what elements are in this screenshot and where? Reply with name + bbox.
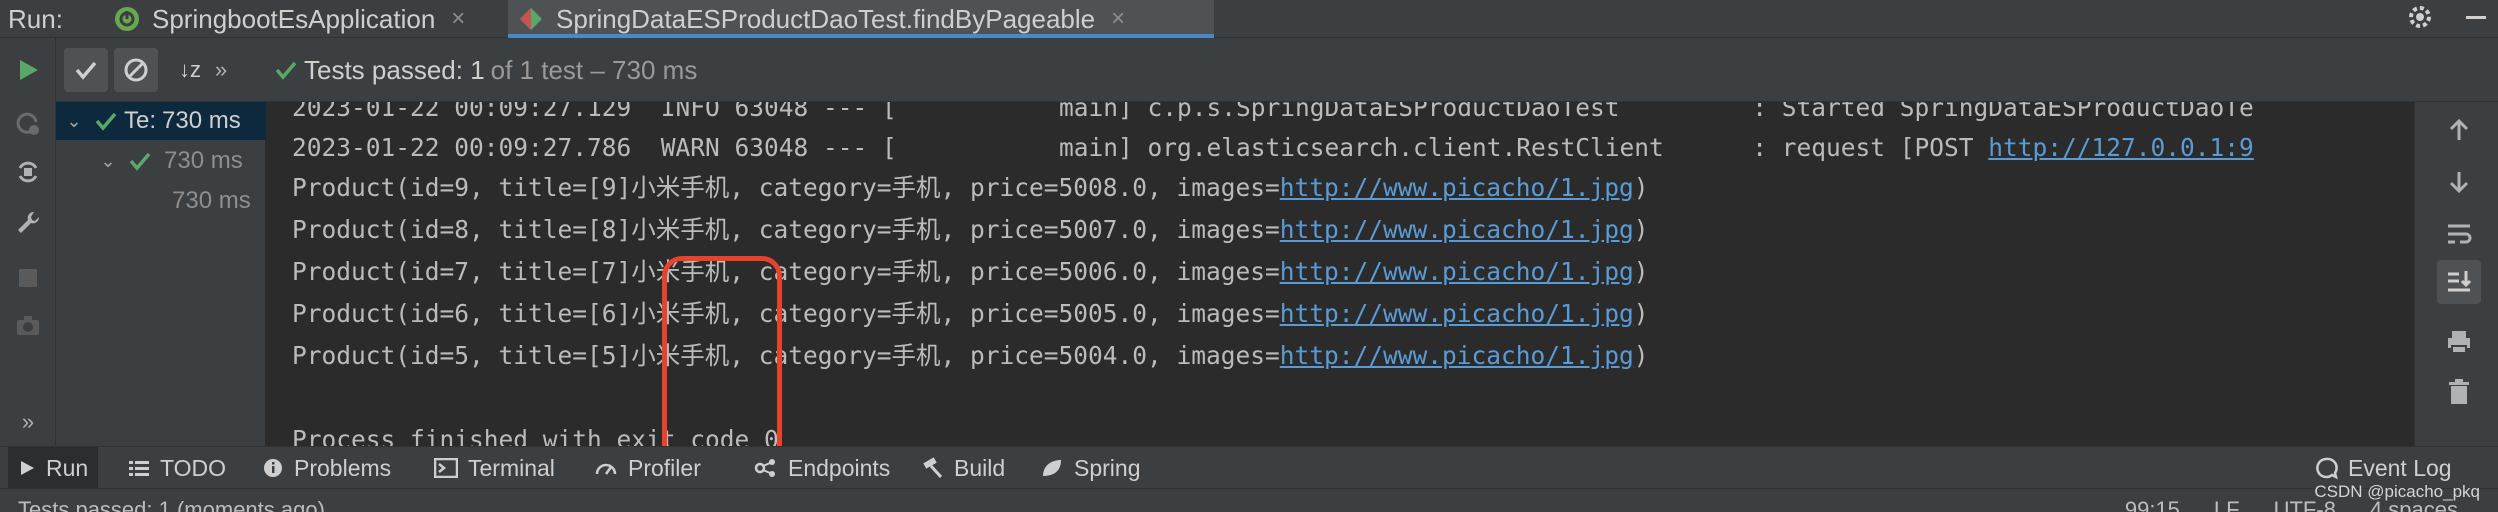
- show-passed-icon[interactable]: [64, 48, 108, 92]
- run-label: Run:: [8, 4, 63, 34]
- toolwindow-profiler[interactable]: Profiler: [584, 447, 711, 489]
- tree-item-time: 730 ms: [172, 187, 251, 214]
- toolwindow-label: Event Log: [2348, 454, 2452, 481]
- console-line: Product(id=6, title=[6]小米手机, category=手机…: [292, 299, 1649, 328]
- chevron-down-icon[interactable]: ⌄: [62, 111, 86, 132]
- left-action-strip: »: [0, 38, 56, 458]
- check-icon: [95, 112, 117, 131]
- chevron-down-icon[interactable]: ⌄: [96, 151, 120, 172]
- toolwindow-run[interactable]: Run: [8, 447, 99, 489]
- check-icon: [129, 152, 151, 171]
- summary-passed: Tests passed: 1: [304, 54, 485, 85]
- close-icon[interactable]: ×: [1111, 5, 1125, 33]
- toolwindow-label: Run: [46, 454, 89, 481]
- csdn-watermark: CSDN @picacho_pkq: [2314, 482, 2480, 501]
- console-link[interactable]: http://www.picacho/1.jpg: [1280, 215, 1634, 244]
- tab-findbypageable[interactable]: SpringDataESProductDaoTest.findByPageabl…: [508, 0, 1214, 38]
- toolwindow-label: Spring: [1074, 454, 1141, 481]
- sort-icon[interactable]: ↓z: [168, 48, 212, 92]
- toolwindow-label: Endpoints: [788, 454, 891, 481]
- toolwindow-terminal[interactable]: Terminal: [424, 447, 565, 489]
- expand-more-icon[interactable]: »: [12, 406, 44, 438]
- event-log-icon: [2316, 457, 2338, 480]
- status-message: Tests passed: 1 (moments ago): [18, 497, 325, 512]
- spring-boot-icon: [112, 4, 142, 34]
- test-toolbar: ↓z » Tests passed: 1 of 1 test – 730 ms: [56, 38, 2498, 102]
- status-bar: Tests passed: 1 (moments ago) 99:15 LF U…: [0, 488, 2498, 512]
- test-tree: ⌄ Te: 730 ms ⌄ 730 ms 730 ms: [56, 102, 266, 458]
- camera-icon[interactable]: [12, 310, 44, 342]
- list-icon: [129, 461, 149, 476]
- tree-item-test-class[interactable]: ⌄ Te: 730 ms: [56, 102, 266, 140]
- rerun-play-icon[interactable]: [12, 54, 44, 86]
- tree-item-child[interactable]: 730 ms: [56, 182, 266, 220]
- console-link[interactable]: http://www.picacho/1.jpg: [1280, 173, 1634, 202]
- toolwindow-label: Problems: [294, 454, 392, 481]
- console-line: Product(id=7, title=[7]小米手机, category=手机…: [292, 257, 1649, 286]
- tree-item-time: 730 ms: [162, 107, 241, 134]
- tab-label: SpringbootEsApplication: [152, 3, 436, 34]
- close-icon[interactable]: ×: [451, 5, 465, 33]
- test-diamond-icon: [516, 4, 546, 34]
- arrow-up-icon[interactable]: [2441, 112, 2477, 148]
- spring-leaf-icon: [1043, 460, 1061, 476]
- line-separator[interactable]: LF: [2214, 497, 2240, 512]
- console-line: Product(id=9, title=[9]小米手机, category=手机…: [292, 173, 1649, 202]
- hammer-icon: [923, 457, 943, 479]
- run-tab-bar: Run: SpringbootEsApplication × SpringDat…: [0, 0, 2498, 38]
- caret-position[interactable]: 99:15: [2125, 497, 2180, 512]
- console-line: Product(id=5, title=[5]小米手机, category=手机…: [292, 341, 1649, 370]
- console-link[interactable]: http://www.picacho/1.jpg: [1280, 341, 1634, 370]
- tab-springboot-es-application[interactable]: SpringbootEsApplication ×: [104, 0, 500, 38]
- scroll-to-end-icon[interactable]: [2437, 260, 2481, 304]
- show-ignored-icon[interactable]: [114, 48, 158, 92]
- wrench-icon[interactable]: [12, 206, 44, 238]
- test-summary: Tests passed: 1 of 1 test – 730 ms: [274, 38, 697, 102]
- toolwindow-label: Profiler: [628, 454, 701, 481]
- console-output[interactable]: 2023-01-22 00:09:27.129 INFO 63048 --- […: [266, 102, 2414, 458]
- rerun-failed-icon[interactable]: [12, 108, 44, 140]
- toolwindow-spring[interactable]: Spring: [1030, 447, 1150, 489]
- profiler-icon: [595, 463, 617, 475]
- print-icon[interactable]: [2441, 324, 2477, 360]
- terminal-icon: [434, 458, 458, 478]
- right-action-strip: [2414, 102, 2498, 458]
- stop-icon[interactable]: [12, 262, 44, 294]
- tree-item-time: 730 ms: [164, 147, 243, 174]
- gear-icon[interactable]: [2406, 3, 2434, 36]
- more-toolbar-icon[interactable]: »: [208, 48, 234, 92]
- summary-detail: of 1 test – 730 ms: [490, 54, 698, 85]
- toolwindow-build[interactable]: Build: [912, 447, 1015, 489]
- console-line: 2023-01-22 00:09:27.129 INFO 63048 --- […: [292, 102, 2254, 122]
- console-link[interactable]: http://www.picacho/1.jpg: [1280, 299, 1634, 328]
- console-line: Product(id=8, title=[8]小米手机, category=手机…: [292, 215, 1649, 244]
- play-icon: [21, 461, 34, 475]
- console-link[interactable]: http://127.0.0.1:9: [1988, 133, 2254, 162]
- toolwindow-label: Terminal: [468, 454, 555, 481]
- toggle-auto-test-icon[interactable]: [12, 156, 44, 188]
- console-line: 2023-01-22 00:09:27.786 WARN 63048 --- […: [292, 133, 2254, 162]
- toolwindow-problems[interactable]: Problems: [252, 447, 401, 489]
- info-icon: [264, 459, 282, 477]
- tool-window-bar: Run TODO Problems Terminal Profiler Endp…: [0, 446, 2498, 489]
- tab-label: SpringDataESProductDaoTest.findByPageabl…: [556, 3, 1096, 34]
- toolwindow-todo[interactable]: TODO: [118, 447, 236, 489]
- arrow-down-icon[interactable]: [2441, 164, 2477, 200]
- toolwindow-endpoints[interactable]: Endpoints: [744, 447, 900, 489]
- top-right-actions: [2406, 0, 2490, 38]
- console-link[interactable]: http://www.picacho/1.jpg: [1280, 257, 1634, 286]
- toolwindow-label: TODO: [160, 454, 227, 481]
- minimize-icon[interactable]: [2462, 3, 2490, 36]
- tree-item-label: Te:: [124, 107, 157, 134]
- check-icon: [275, 61, 297, 80]
- soft-wrap-icon[interactable]: [2441, 216, 2477, 252]
- endpoints-icon: [754, 459, 775, 477]
- red-highlight-annotation: [662, 256, 782, 458]
- toolwindow-label: Build: [954, 454, 1006, 481]
- trash-icon[interactable]: [2441, 374, 2477, 410]
- tree-item-test-method[interactable]: ⌄ 730 ms: [56, 142, 266, 180]
